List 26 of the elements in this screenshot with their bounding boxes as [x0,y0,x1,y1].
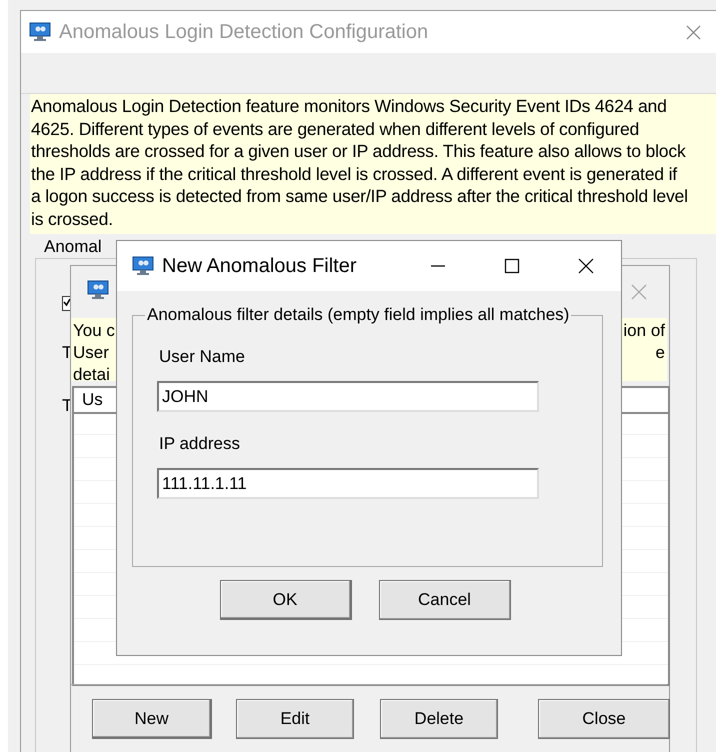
dialog-button[interactable]: Close [538,699,670,739]
note-text: User [73,342,110,364]
note-text: You c [73,320,115,342]
monitor-icon [29,22,51,42]
window-title: Anomalous Login Detection Configuration [59,20,428,44]
monitor-icon [87,280,109,300]
dialog-button[interactable]: Cancel [378,580,510,620]
note-text: ion of [623,320,665,342]
description-note: Anomalous Login Detection feature monitors Windows Security Event IDs 4624 and 4625. Different types of events are generated when different levels of configured thresholds are crossed for a given user or IP address. This feature also allows to block the IP address if the critical threshold level is crossed. A different event is generated if a logon success is detected from same user/IP address after the critical threshold level is crossed. [30,94,716,234]
input-field[interactable]: JOHN [157,381,539,412]
column-header[interactable]: Us [82,390,103,410]
maximize-icon[interactable] [504,258,520,274]
monitor-icon [132,256,154,276]
group-label: Anomalous filter details (empty field implies all matches) [146,305,570,325]
close-icon[interactable] [578,258,594,274]
input-field[interactable]: 111.11.1.11 [157,468,539,499]
window-title: New Anomalous Filter [162,254,357,278]
dialog-button[interactable]: New [92,699,212,739]
checkbox[interactable] [62,296,70,311]
field-label: User Name [159,347,245,367]
dialog-button[interactable]: OK [220,580,352,620]
field-label: IP address [159,434,240,454]
dialog-button[interactable]: Delete [380,699,498,739]
dialog-button[interactable]: Edit [236,699,354,739]
note-text: e [656,342,665,364]
note-text: detai [73,364,111,386]
